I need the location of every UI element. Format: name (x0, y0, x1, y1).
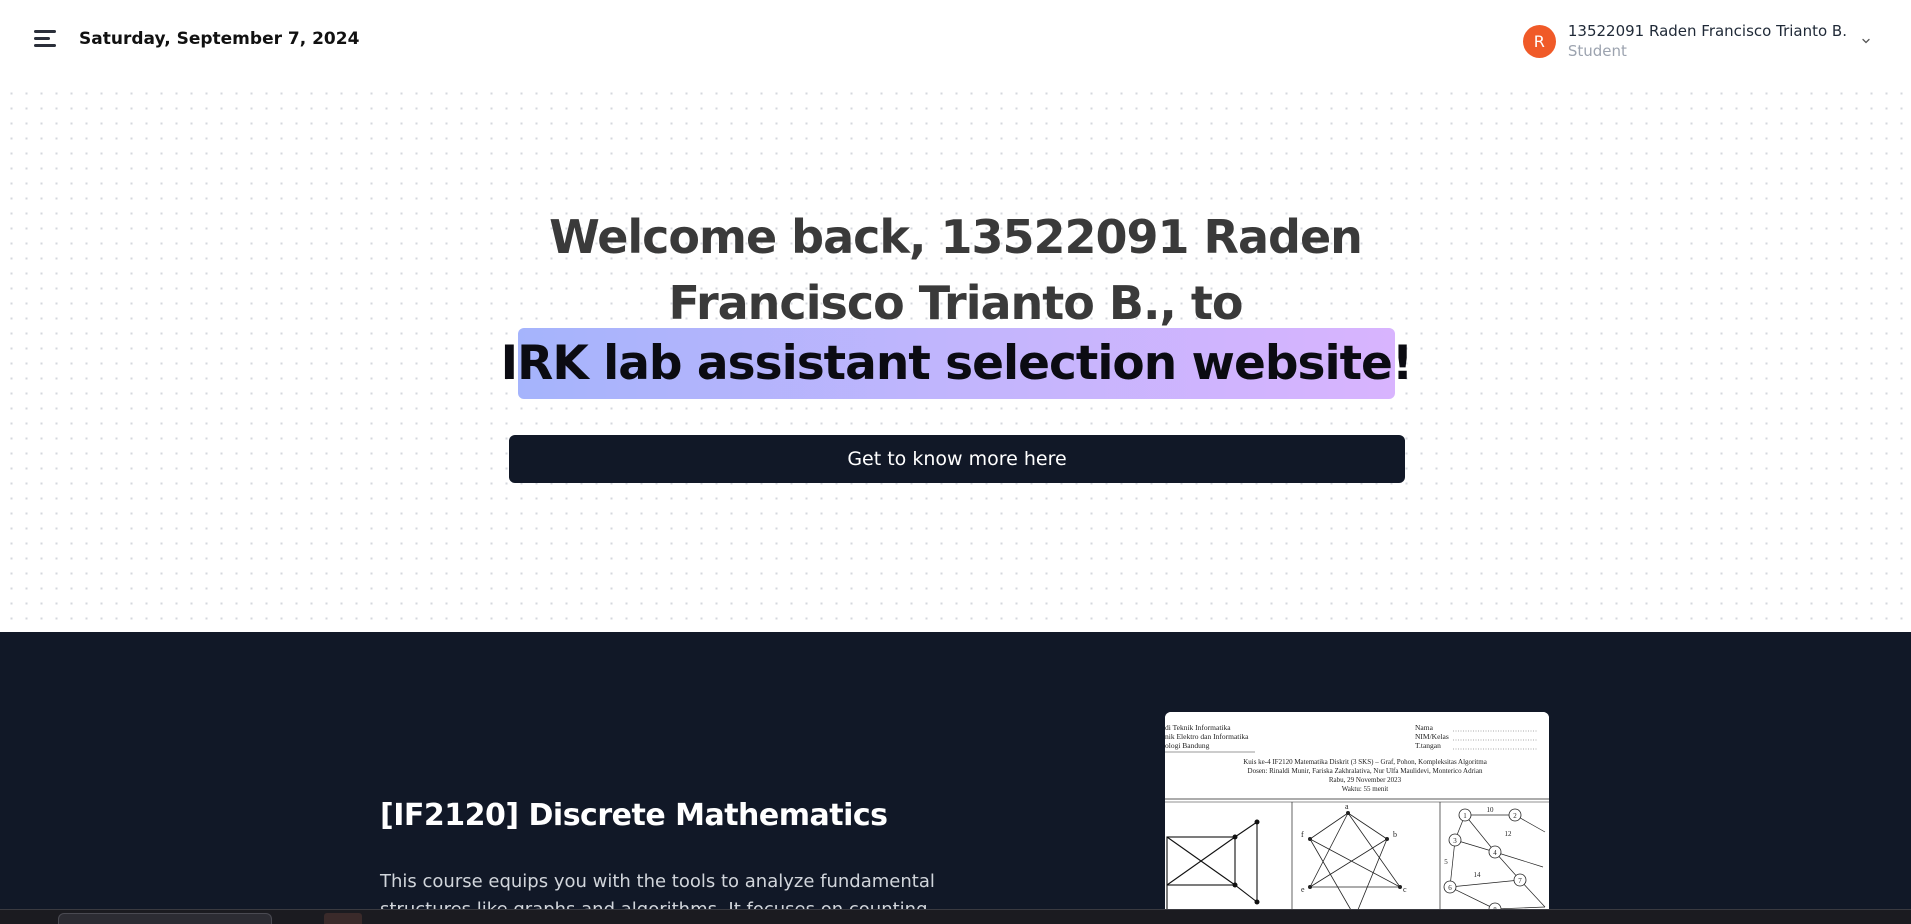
chevron-down-icon[interactable] (1859, 34, 1873, 48)
doc-meta-2: Dosen: Rinaldi Munir, Fariska Zakhralati… (1248, 767, 1483, 775)
know-more-button[interactable]: Get to know more here (509, 435, 1405, 483)
node-label-3: 3 (1453, 837, 1457, 845)
doc-header-left-1: di Teknik Informatika (1165, 723, 1231, 732)
os-taskbar (0, 909, 1911, 924)
edge-weight-14: 14 (1474, 871, 1482, 879)
welcome-title-line1: Welcome back, 13522091 Raden (549, 210, 1363, 264)
graph-label-e: e (1301, 885, 1305, 894)
top-header: Saturday, September 7, 2024 R 13522091 R… (0, 0, 1911, 82)
doc-header-left-3: ologi Bandung (1165, 741, 1210, 750)
taskbar-app-icon[interactable] (324, 913, 362, 924)
highlight-banner: IRK lab assistant selection website! (501, 328, 1413, 399)
node-label-4: 4 (1493, 849, 1497, 857)
hero-section: Welcome back, 13522091 Raden Francisco T… (0, 82, 1911, 632)
doc-meta-4: Waktu: 55 menit (1342, 785, 1389, 793)
doc-header-right-2: NIM/Kelas (1415, 732, 1449, 741)
doc-meta-3: Rabu, 29 November 2023 (1329, 776, 1402, 784)
doc-header-left-2: nik Elektro dan Informatika (1165, 732, 1249, 741)
graph-label-f: f (1301, 830, 1304, 839)
edge-weight-10: 10 (1487, 806, 1495, 814)
user-role: Student (1567, 42, 1627, 60)
course-title: [IF2120] Discrete Mathematics (380, 798, 888, 833)
user-menu[interactable]: R 13522091 Raden Francisco Trianto B. St… (1522, 20, 1873, 62)
welcome-title-line2: Francisco Trianto B., to (668, 276, 1243, 330)
doc-meta-1: Kuis ke-4 IF2120 Matematika Diskrit (3 S… (1243, 758, 1488, 766)
graph-label-a: a (1345, 802, 1349, 811)
node-label-2: 2 (1513, 812, 1517, 820)
user-name: 13522091 Raden Francisco Trianto B. (1567, 22, 1847, 40)
node-label-6: 6 (1448, 884, 1452, 892)
edge-weight-5: 5 (1444, 858, 1448, 866)
current-date: Saturday, September 7, 2024 (79, 29, 360, 49)
doc-header-right-1: Nama (1415, 723, 1434, 732)
course-document-image: di Teknik Informatika nik Elektro dan In… (1165, 712, 1549, 924)
highlight-text: IRK lab assistant selection website! (500, 336, 1414, 391)
node-label-1: 1 (1463, 812, 1467, 820)
course-section: [IF2120] Discrete Mathematics This cours… (0, 632, 1911, 924)
node-label-7: 7 (1518, 877, 1522, 885)
doc-header-right-3: T.tangan (1415, 741, 1441, 750)
graph-label-b: b (1393, 830, 1397, 839)
avatar[interactable]: R (1522, 24, 1556, 58)
taskbar-search[interactable] (58, 913, 272, 924)
edge-weight-12: 12 (1505, 830, 1513, 838)
hamburger-menu-icon[interactable] (30, 26, 60, 52)
graph-label-c: c (1403, 885, 1407, 894)
